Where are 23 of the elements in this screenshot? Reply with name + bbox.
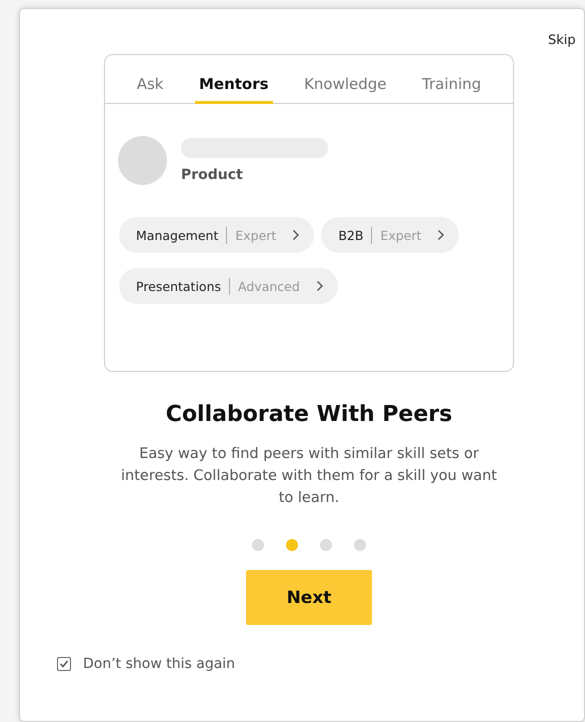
- tab[interactable]: Mentors: [194, 73, 273, 104]
- next-button[interactable]: Next: [246, 570, 372, 625]
- role-label: Product: [181, 167, 244, 183]
- tab[interactable]: Ask: [132, 73, 168, 104]
- chevron-icon: [316, 280, 324, 292]
- check-icon: [59, 659, 69, 669]
- chevron-icon: [437, 229, 446, 241]
- skill-chip[interactable]: B2B Expert: [321, 217, 460, 253]
- page-dot[interactable]: [354, 539, 366, 551]
- skill-chip[interactable]: Presentations Advanced: [119, 268, 338, 304]
- onboarding-description: Easy way to find peers with similar skill sets or interests. Collaborate with them for a skill you want to learn.: [120, 445, 498, 508]
- avatar: [118, 136, 167, 185]
- page-dot[interactable]: [286, 539, 298, 551]
- page-dot[interactable]: [320, 539, 332, 551]
- skip-button[interactable]: Skip: [548, 33, 576, 48]
- page-dot[interactable]: [252, 539, 264, 551]
- tab[interactable]: Training: [418, 73, 486, 104]
- chevron-icon: [292, 229, 300, 241]
- dont-show-label: Don’t show this again: [83, 656, 236, 672]
- checkbox[interactable]: [57, 657, 71, 671]
- onboarding-title: Collaborate With Peers: [166, 402, 452, 427]
- skill-chip[interactable]: Management Expert: [119, 217, 314, 253]
- tab[interactable]: Knowledge: [300, 73, 391, 104]
